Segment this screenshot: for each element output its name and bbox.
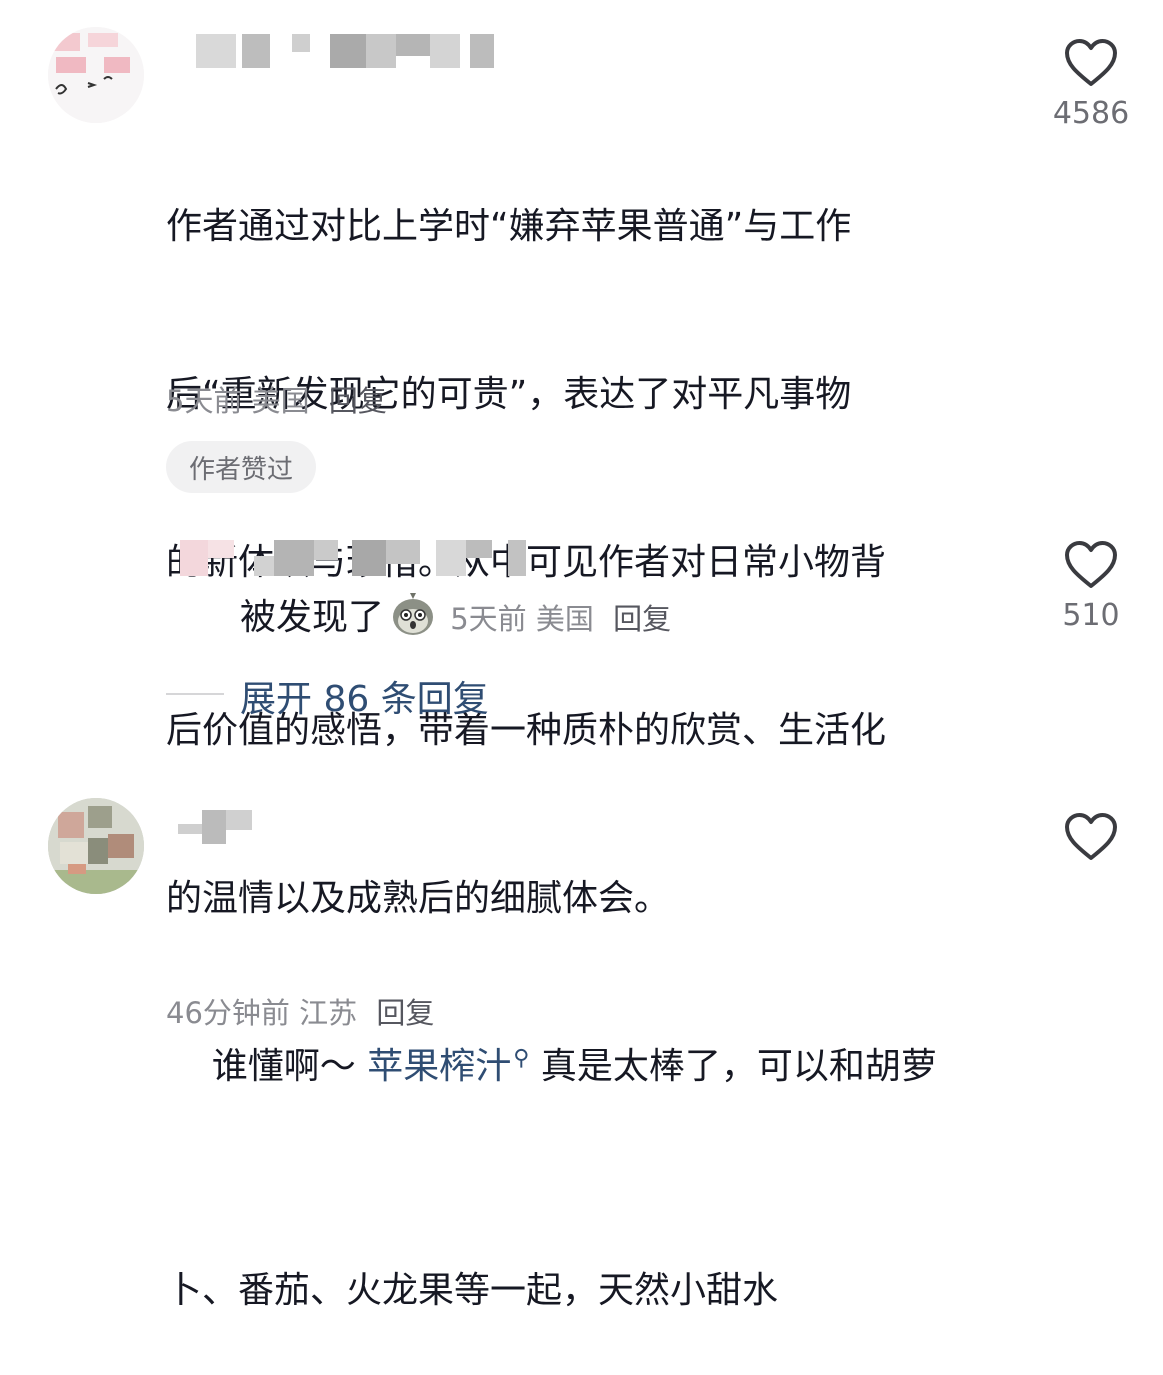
like-button[interactable]: 4586 [1051, 38, 1131, 131]
reply-location: 美国 [535, 602, 594, 636]
like-button[interactable] [1051, 812, 1131, 862]
comment-line: 作者通过对比上学时“嫌弃苹果普通”与工作 [166, 206, 852, 247]
reply-text: 被发现了 [240, 597, 385, 638]
reply-meta: 5天前 美国 回复 [450, 602, 671, 636]
comment-meta: 5天前 美国 回复 [166, 378, 387, 420]
reply-time: 5天前 [450, 602, 527, 636]
reply-button[interactable]: 回复 [613, 602, 671, 636]
comment-meta: 46分钟前 江苏 回复 [166, 990, 434, 1032]
comment-location: 江苏 [299, 996, 358, 1030]
author-liked-badge: 作者赞过 [166, 441, 316, 493]
avatar[interactable] [48, 27, 144, 123]
search-icon: ⚲ [513, 1046, 530, 1071]
like-count: 4586 [1052, 96, 1130, 131]
comment-text: 谁懂啊～ 苹果榨汁⚲ 真是太棒了，可以和胡萝 卜、番茄、火龙果等一起，天然小甜水 [166, 863, 937, 1375]
like-button[interactable]: 510 [1051, 540, 1131, 633]
topic-link[interactable]: 苹果榨汁⚲ [367, 1046, 529, 1087]
comment-line: 卜、番茄、火龙果等一起，天然小甜水 [166, 1270, 779, 1311]
username-censored[interactable] [196, 34, 494, 68]
comment-time: 46分钟前 [166, 996, 290, 1030]
avatar[interactable] [48, 798, 144, 894]
username-censored[interactable] [178, 810, 252, 844]
reply-button[interactable]: 回复 [376, 996, 434, 1030]
heart-outline-icon[interactable] [1064, 812, 1118, 862]
reply-button[interactable]: 回复 [329, 384, 387, 418]
ghost-emoji-icon [393, 593, 434, 635]
topic-label[interactable]: 苹果榨汁 [367, 1046, 511, 1087]
heart-outline-icon[interactable] [1064, 540, 1118, 590]
heart-outline-icon[interactable] [1064, 38, 1118, 88]
reply-username-censored[interactable] [180, 540, 526, 576]
comment-location: 美国 [251, 384, 310, 418]
comment-text-part: 真是太棒了，可以和胡萝 [529, 1046, 937, 1087]
comment-text: 作者通过对比上学时“嫌弃苹果普通”与工作 后“重新发现它的可贵”，表达了对平凡事… [166, 87, 886, 983]
reply-text-row: 被发现了 5天前 美国 回复 [240, 588, 671, 640]
expand-divider [166, 693, 224, 695]
comment-time: 5天前 [166, 384, 243, 418]
comment-text-part: 谁懂啊～ [211, 1046, 368, 1087]
like-count: 510 [1062, 598, 1120, 633]
expand-replies-button[interactable]: 展开 86 条回复 [240, 670, 489, 722]
